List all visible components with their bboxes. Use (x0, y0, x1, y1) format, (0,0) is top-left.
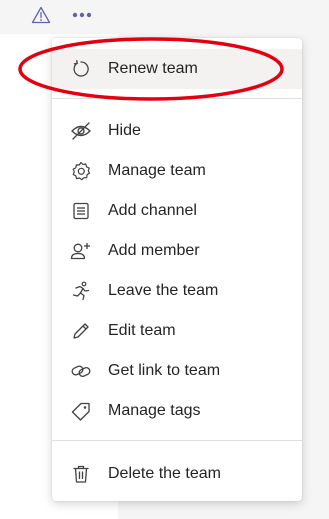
menu-divider (52, 440, 302, 441)
more-options-icon (72, 12, 92, 18)
more-options-button[interactable] (68, 4, 96, 26)
tag-icon (70, 400, 92, 422)
menu-item-get-link[interactable]: Get link to team (52, 351, 302, 391)
menu-item-label: Manage tags (108, 402, 201, 419)
eye-off-icon (70, 120, 92, 142)
menu-divider (52, 98, 302, 99)
menu-item-label: Edit team (108, 322, 176, 339)
menu-item-edit-team[interactable]: Edit team (52, 311, 302, 351)
menu-item-hide[interactable]: Hide (52, 111, 302, 151)
warning-button[interactable] (30, 4, 52, 26)
menu-item-label: Manage team (108, 162, 206, 179)
warning-triangle-icon (31, 6, 51, 24)
menu-item-label: Delete the team (108, 465, 221, 482)
menu-item-label: Add channel (108, 202, 197, 219)
menu-item-manage-tags[interactable]: Manage tags (52, 391, 302, 431)
add-person-icon (70, 240, 92, 262)
trash-icon (70, 463, 92, 485)
menu-item-label: Hide (108, 122, 141, 139)
menu-item-label: Add member (108, 242, 200, 259)
menu-item-label: Get link to team (108, 362, 221, 379)
menu-item-label: Leave the team (108, 282, 219, 299)
running-person-icon (70, 280, 92, 302)
menu-item-add-member[interactable]: Add member (52, 231, 302, 271)
pencil-icon (70, 320, 92, 342)
menu-item-delete-team[interactable]: Delete the team (52, 454, 302, 494)
menu-item-add-channel[interactable]: Add channel (52, 191, 302, 231)
channel-list-icon (70, 200, 92, 222)
menu-item-renew-team[interactable]: Renew team (52, 49, 302, 89)
menu-item-manage-team[interactable]: Manage team (52, 151, 302, 191)
team-options-menu: Renew team Hide Manage team Add channel … (52, 38, 302, 501)
link-icon (70, 360, 92, 382)
menu-item-label: Renew team (108, 60, 198, 77)
menu-item-leave-team[interactable]: Leave the team (52, 271, 302, 311)
renew-icon (70, 58, 92, 80)
gear-icon (70, 160, 92, 182)
